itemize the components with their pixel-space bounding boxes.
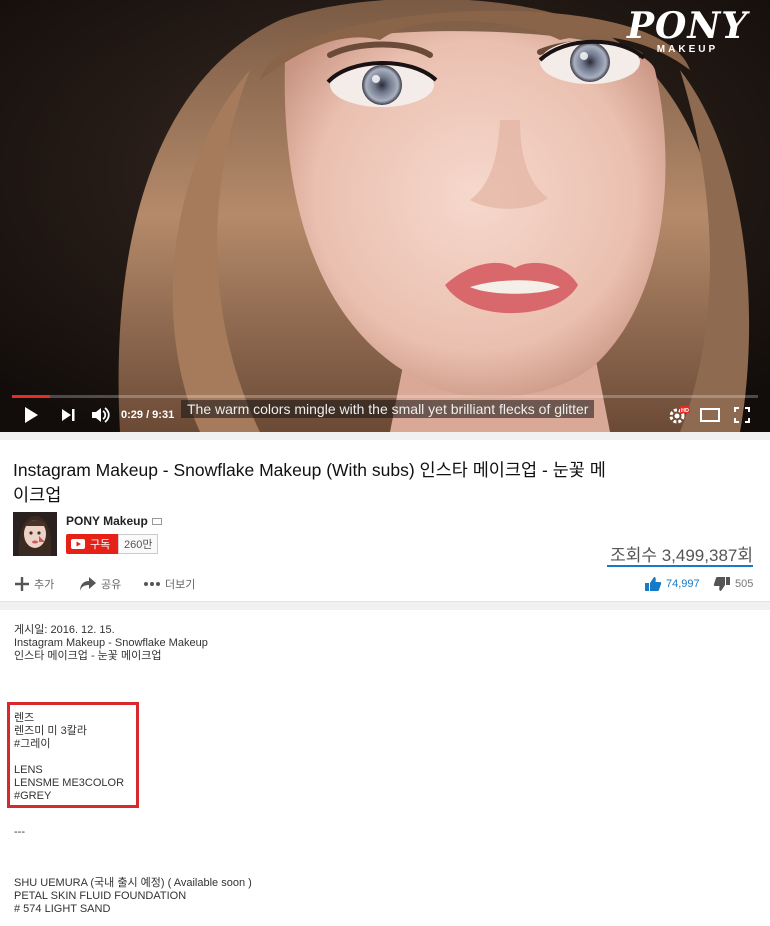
channel-avatar[interactable] bbox=[13, 512, 57, 556]
subscribe-button[interactable]: 구독 bbox=[66, 534, 119, 554]
publish-date: 게시일: 2016. 12. 15. bbox=[14, 624, 115, 636]
channel-logo: PONY MAKEUP bbox=[627, 8, 748, 55]
like-button[interactable]: 74,997 bbox=[644, 572, 700, 596]
lens-line: 렌즈 bbox=[14, 712, 35, 724]
play-button[interactable] bbox=[22, 404, 40, 426]
fullscreen-button[interactable] bbox=[734, 404, 750, 426]
settings-hd-icon: HD bbox=[669, 406, 690, 424]
share-label: 공유 bbox=[101, 579, 122, 591]
lens-line: #GREY bbox=[14, 790, 52, 802]
subscriber-count: 260만 bbox=[118, 534, 159, 554]
lens-line: 렌즈미 미 3칼라 bbox=[14, 725, 87, 737]
fullscreen-icon bbox=[734, 407, 750, 423]
description-line: 인스타 메이크업 - 눈꽃 메이크업 bbox=[14, 650, 162, 662]
plus-icon bbox=[15, 577, 29, 591]
next-button[interactable] bbox=[60, 404, 76, 426]
description-line: Instagram Makeup - Snowflake Makeup bbox=[14, 637, 208, 649]
product-line: SHU UEMURA (국내 출시 예정) ( Available soon ) bbox=[14, 877, 252, 889]
volume-button[interactable] bbox=[90, 404, 110, 426]
share-button[interactable]: 공유 bbox=[79, 572, 121, 596]
logo-title: PONY bbox=[626, 5, 748, 47]
settings-button[interactable]: HD bbox=[668, 404, 690, 426]
play-icon bbox=[25, 407, 38, 423]
share-icon bbox=[80, 577, 96, 591]
add-label: 추가 bbox=[34, 579, 55, 591]
view-count: 조회수 3,499,387회 bbox=[610, 546, 753, 565]
theater-mode-icon bbox=[700, 408, 720, 422]
add-to-button[interactable]: 추가 bbox=[14, 572, 54, 596]
video-player[interactable]: PONY MAKEUP The warm colors mingle with … bbox=[0, 0, 770, 432]
thumbs-up-icon bbox=[645, 577, 662, 591]
player-controls: 0:29 / 9:31 HD bbox=[0, 398, 770, 432]
time-text: 0:29 / 9:31 bbox=[121, 409, 175, 421]
dislike-count: 505 bbox=[735, 578, 754, 590]
volume-icon bbox=[92, 407, 110, 423]
svg-text:HD: HD bbox=[681, 408, 689, 414]
product-line: PETAL SKIN FLUID FOUNDATION bbox=[14, 890, 187, 902]
video-title: Instagram Makeup - Snowflake Makeup (Wit… bbox=[13, 460, 606, 505]
next-icon bbox=[62, 409, 75, 421]
more-label: 더보기 bbox=[165, 579, 196, 591]
lens-line: #그레이 bbox=[14, 738, 51, 750]
like-ratio-bar bbox=[607, 565, 753, 567]
youtube-icon bbox=[71, 539, 85, 549]
thumbs-down-icon bbox=[713, 577, 730, 591]
action-bar: 추가 공유 더보기 74,997 505 bbox=[0, 572, 770, 596]
video-frame bbox=[0, 0, 770, 432]
channel-name[interactable]: PONY Makeup bbox=[66, 514, 162, 528]
separator-text: --- bbox=[14, 826, 25, 838]
lens-line: LENSME ME3COLOR bbox=[14, 777, 125, 789]
more-icon bbox=[144, 582, 160, 586]
dislike-button[interactable]: 505 bbox=[713, 572, 753, 596]
theater-mode-button[interactable] bbox=[700, 404, 720, 426]
lens-line: LENS bbox=[14, 764, 43, 776]
product-line: # 574 LIGHT SAND bbox=[14, 903, 111, 915]
time-display: 0:29 / 9:31 bbox=[121, 404, 174, 426]
verified-icon bbox=[151, 518, 162, 526]
more-button[interactable]: 더보기 bbox=[143, 572, 195, 596]
channel-name-text: PONY Makeup bbox=[66, 514, 148, 528]
like-count: 74,997 bbox=[666, 578, 700, 590]
subscribe-label: 구독 bbox=[90, 539, 111, 551]
